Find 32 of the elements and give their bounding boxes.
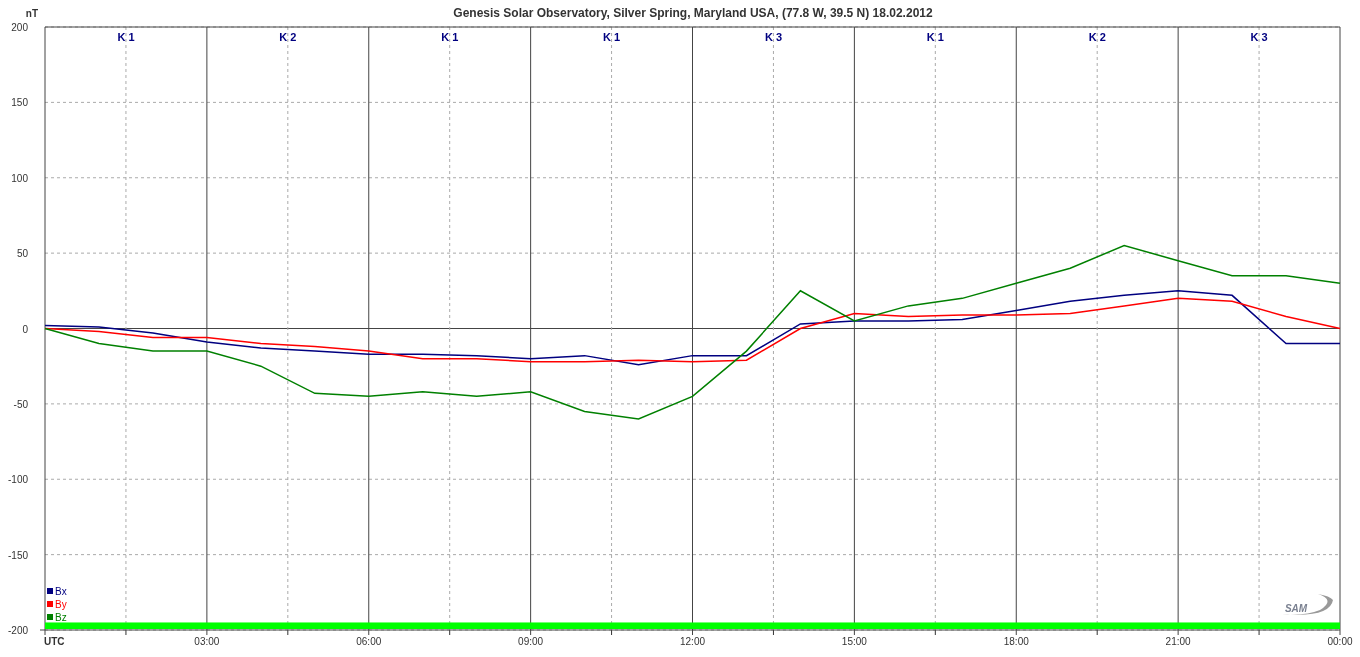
y-tick-label: 150: [11, 97, 28, 109]
k-index-label: K 3: [764, 31, 782, 43]
y-tick-label: -150: [8, 549, 28, 561]
y-tick-label: -100: [8, 474, 28, 486]
k-index-label: K 1: [441, 31, 459, 43]
x-tick-label: UTC: [44, 636, 65, 647]
x-tick-label: 06:00: [356, 636, 382, 647]
legend-label: Bx: [55, 586, 67, 597]
y-tick-label: 200: [11, 22, 28, 33]
y-tick-label: 0: [22, 323, 28, 335]
y-axis-label: nT: [25, 8, 38, 19]
legend-label: By: [55, 599, 67, 610]
x-tick-label: 15:00: [841, 636, 867, 647]
chart-title: Genesis Solar Observatory, Silver Spring, Maryland USA, (77.8 W, 39.5 N) 18.02.2012: [453, 6, 933, 20]
y-tick-label: -50: [13, 398, 28, 410]
logo-text: SAM: [1284, 603, 1308, 614]
x-tick-label: 18:00: [1003, 636, 1029, 647]
k-index-label: K 2: [279, 31, 297, 43]
k-index-label: K 2: [1088, 31, 1106, 43]
x-tick-label: 12:00: [680, 636, 705, 647]
y-tick-label: 100: [11, 172, 28, 184]
k-index-label: K 1: [926, 31, 944, 43]
x-tick-label: 03:00: [194, 636, 220, 647]
k-index-label: K 3: [1250, 31, 1268, 43]
legend-label: Bz: [55, 612, 67, 623]
x-tick-label: 00:00: [1327, 636, 1353, 647]
k-index-label: K 1: [603, 31, 621, 43]
k-index-label: K 1: [117, 31, 135, 43]
x-tick-label: 21:00: [1165, 636, 1191, 647]
y-tick-label: -200: [8, 625, 28, 636]
x-tick-label: 09:00: [518, 636, 544, 647]
y-tick-label: 50: [16, 248, 28, 260]
